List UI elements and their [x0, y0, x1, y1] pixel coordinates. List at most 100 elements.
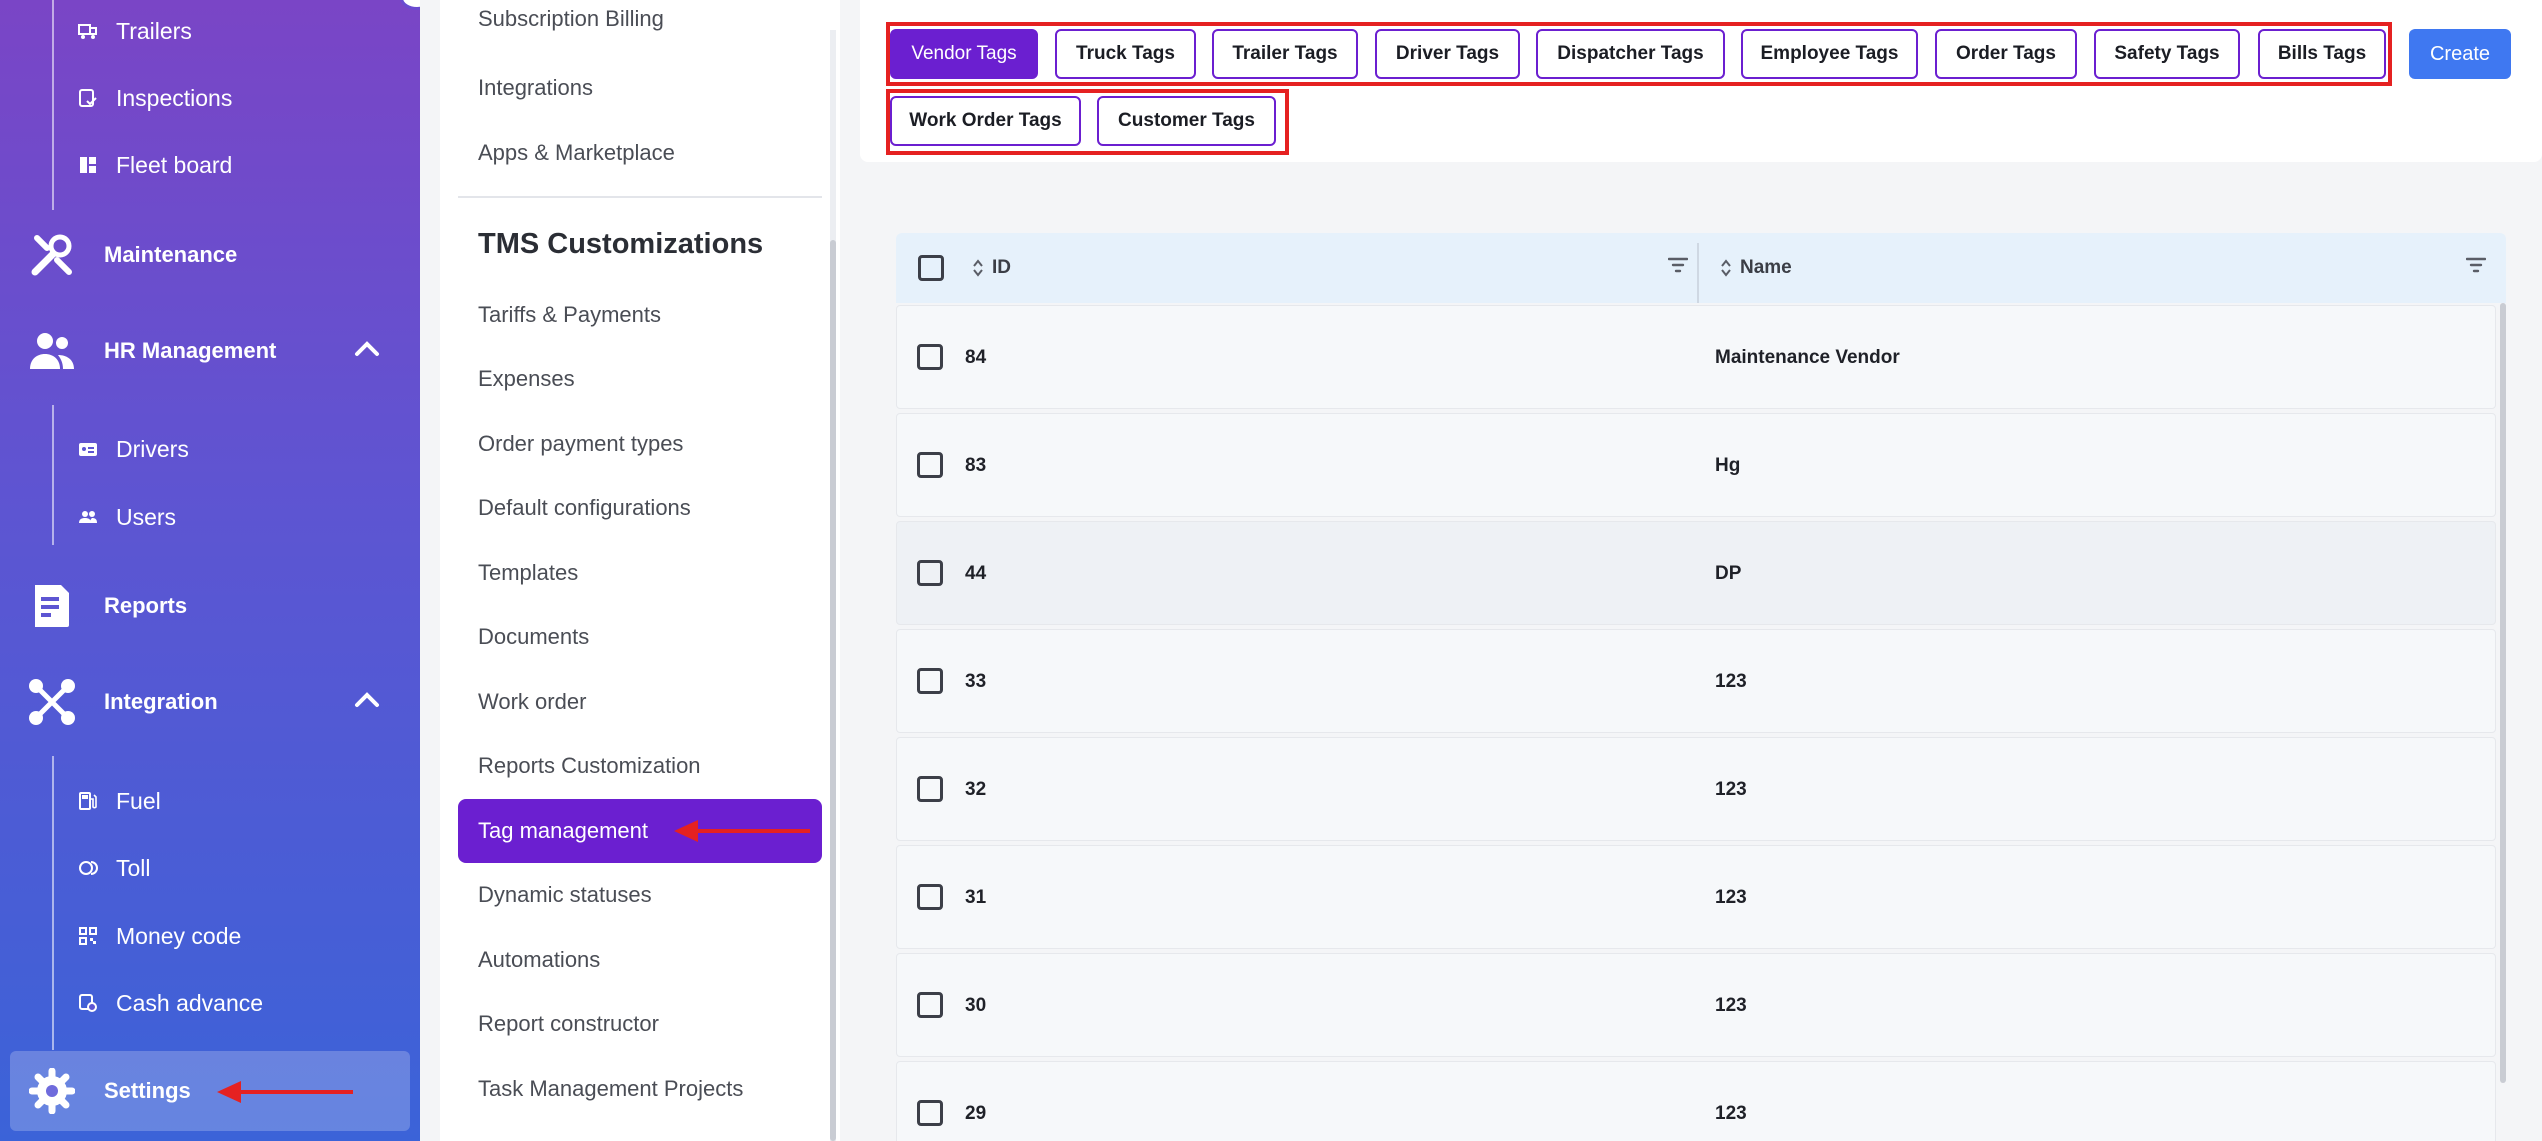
- table-row[interactable]: 33 123: [896, 629, 2496, 733]
- menu-item-integrations[interactable]: Integrations: [458, 56, 822, 120]
- menu-item-task-management-projects[interactable]: Task Management Projects: [458, 1057, 822, 1121]
- select-all-checkbox[interactable]: [918, 255, 944, 281]
- sidebar-item-fleet-board[interactable]: Fleet board: [78, 140, 232, 190]
- sidebar-item-money-code[interactable]: Money code: [78, 911, 241, 961]
- sidebar-item-label: Users: [116, 503, 177, 530]
- menu-item-expenses[interactable]: Expenses: [458, 347, 822, 411]
- row-checkbox[interactable]: [917, 560, 943, 586]
- menu-divider: [458, 196, 822, 198]
- select-all-cell: [918, 233, 944, 303]
- table-row[interactable]: 44 DP: [896, 521, 2496, 625]
- row-id: 31: [965, 887, 987, 908]
- table-row[interactable]: 31 123: [896, 845, 2496, 949]
- row-name: 123: [1715, 887, 1747, 908]
- chevron-up-icon[interactable]: [354, 337, 380, 363]
- sidebar-item-label: Fuel: [116, 787, 161, 814]
- sidebar-item-fuel[interactable]: Fuel: [78, 776, 161, 826]
- sort-icon[interactable]: [972, 258, 984, 278]
- sidebar-item-label: Settings: [104, 1078, 191, 1103]
- integration-icon: [26, 676, 78, 728]
- gear-icon: [26, 1065, 78, 1117]
- sidebar-item-label: Integration: [104, 689, 218, 714]
- row-checkbox[interactable]: [917, 668, 943, 694]
- row-name: 123: [1715, 995, 1747, 1016]
- menu-item-automations[interactable]: Automations: [458, 928, 822, 992]
- submenu-line: [52, 405, 54, 545]
- table-header: ID Name: [896, 233, 2506, 303]
- menu-item-work-order[interactable]: Work order: [458, 670, 822, 734]
- row-checkbox[interactable]: [917, 992, 943, 1018]
- sort-icon[interactable]: [1720, 258, 1732, 278]
- menu-item-dynamic-statuses[interactable]: Dynamic statuses: [458, 863, 822, 927]
- row-name: 123: [1715, 1103, 1747, 1124]
- fuel-icon: [78, 791, 98, 811]
- row-name: 123: [1715, 779, 1747, 800]
- row-id: 30: [965, 995, 987, 1016]
- sidebar-item-integration[interactable]: Integration: [10, 662, 410, 742]
- row-checkbox[interactable]: [917, 452, 943, 478]
- sidebar-item-reports[interactable]: Reports: [10, 566, 410, 646]
- row-name: Maintenance Vendor: [1715, 347, 1900, 368]
- row-name: 123: [1715, 671, 1747, 692]
- row-id: 33: [965, 671, 987, 692]
- sidebar-item-maintenance[interactable]: Maintenance: [10, 215, 410, 295]
- sidebar-item-hr-management[interactable]: HR Management: [10, 311, 410, 391]
- menu-item-apps-marketplace[interactable]: Apps & Marketplace: [458, 121, 822, 185]
- column-header-id[interactable]: ID: [972, 233, 1011, 303]
- sidebar-item-label: Reports: [104, 593, 188, 618]
- settings-menu-panel: Subscription Billing Integrations Apps &…: [440, 0, 840, 1141]
- menu-item-tariffs-payments[interactable]: Tariffs & Payments: [458, 283, 822, 347]
- people-icon: [26, 325, 78, 377]
- users-icon: [78, 507, 98, 527]
- filter-icon[interactable]: [1667, 257, 1689, 278]
- row-checkbox[interactable]: [917, 344, 943, 370]
- sidebar-item-label: Drivers: [116, 435, 189, 462]
- board-icon: [78, 155, 98, 175]
- table-row[interactable]: 29 123: [896, 1061, 2496, 1141]
- create-button[interactable]: Create: [2409, 29, 2511, 79]
- sidebar-item-label: Inspections: [116, 84, 233, 111]
- truck-icon: [78, 21, 98, 41]
- filter-icon[interactable]: [2465, 257, 2487, 278]
- row-checkbox[interactable]: [917, 884, 943, 910]
- table-row[interactable]: 84 Maintenance Vendor: [896, 305, 2496, 409]
- menu-item-subscription-billing[interactable]: Subscription Billing: [458, 0, 822, 32]
- table-row[interactable]: 32 123: [896, 737, 2496, 841]
- row-id: 32: [965, 779, 987, 800]
- column-header-name[interactable]: Name: [1720, 233, 1792, 303]
- report-icon: [26, 580, 78, 632]
- sidebar-item-cash-advance[interactable]: Cash advance: [78, 978, 263, 1028]
- sidebar-item-inspections[interactable]: Inspections: [78, 73, 232, 123]
- sidebar-item-label: Money code: [116, 922, 242, 949]
- settings-scrollbar-thumb[interactable]: [830, 240, 836, 1141]
- menu-item-order-payment-types[interactable]: Order payment types: [458, 412, 822, 476]
- menu-item-templates[interactable]: Templates: [458, 541, 822, 605]
- sidebar-item-label: Trailers: [116, 17, 192, 44]
- cash-icon: [78, 993, 98, 1013]
- menu-item-documents[interactable]: Documents: [458, 605, 822, 669]
- sidebar-item-toll[interactable]: Toll: [78, 843, 151, 893]
- menu-item-report-constructor[interactable]: Report constructor: [458, 992, 822, 1056]
- sidebar-item-drivers[interactable]: Drivers: [78, 424, 189, 474]
- row-checkbox[interactable]: [917, 776, 943, 802]
- sidebar-item-label: HR Management: [104, 338, 277, 363]
- menu-item-default-configurations[interactable]: Default configurations: [458, 476, 822, 540]
- annotation-highlight-box: [886, 89, 1289, 155]
- row-name: DP: [1715, 563, 1742, 584]
- row-checkbox[interactable]: [917, 1100, 943, 1126]
- table-scrollbar[interactable]: [2500, 303, 2506, 1083]
- menu-item-reports-customization[interactable]: Reports Customization: [458, 734, 822, 798]
- chevron-up-icon[interactable]: [354, 688, 380, 714]
- main-sidebar: Trailers Inspections Fleet board Mainten…: [0, 0, 420, 1141]
- menu-section-heading: TMS Customizations: [478, 228, 764, 260]
- annotation-arrow: [217, 1081, 353, 1103]
- sidebar-item-label: Toll: [116, 854, 151, 881]
- submenu-line: [52, 756, 54, 1050]
- sidebar-item-label: Fleet board: [116, 151, 233, 178]
- sidebar-item-users[interactable]: Users: [78, 492, 176, 542]
- table-row[interactable]: 30 123: [896, 953, 2496, 1057]
- row-id: 83: [965, 455, 987, 476]
- sidebar-item-trailers[interactable]: Trailers: [78, 6, 192, 56]
- sidebar-collapse-toggle[interactable]: [400, 0, 420, 10]
- table-row[interactable]: 83 Hg: [896, 413, 2496, 517]
